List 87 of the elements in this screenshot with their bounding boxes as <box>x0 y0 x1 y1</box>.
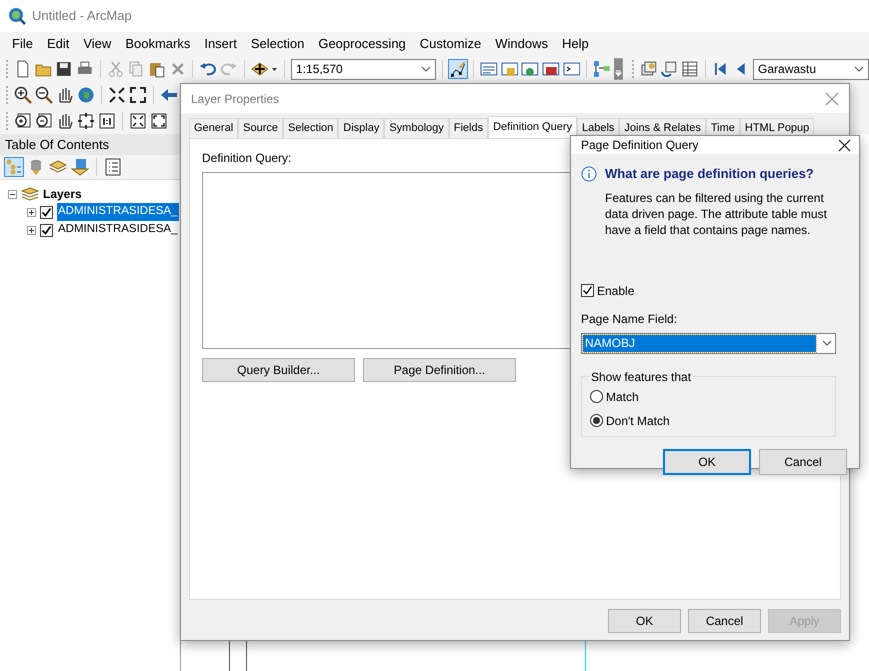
menu-item[interactable]: Help <box>554 34 596 54</box>
table-icon[interactable] <box>681 60 699 78</box>
window-title: Untitled - ArcMap <box>32 7 132 26</box>
page-layers-icon[interactable] <box>640 60 658 78</box>
actual-size-icon[interactable] <box>98 112 116 130</box>
zoom-out-fixed-icon[interactable] <box>129 86 147 104</box>
toolbar-overflow-icon[interactable] <box>614 58 623 80</box>
zoom-out-page-icon[interactable] <box>35 112 53 130</box>
fixed-zoom-in-page-icon[interactable] <box>129 112 147 130</box>
save-icon[interactable] <box>55 60 73 78</box>
field-label: Page Name Field: <box>581 310 678 328</box>
options-list-icon[interactable] <box>104 158 122 176</box>
dialog-button[interactable]: Cancel <box>688 608 761 632</box>
add-data-icon[interactable] <box>250 60 268 78</box>
back-arrow-icon[interactable] <box>160 86 178 104</box>
paste-icon[interactable] <box>148 60 166 78</box>
expand-icon[interactable] <box>27 226 36 234</box>
panel-title: Table Of Contents <box>5 136 110 154</box>
description-text: Features can be filtered using the current data driven page. The attribute table must have a field that contains page names. <box>604 190 828 238</box>
search-window-icon[interactable] <box>521 60 539 78</box>
model-diagram-icon[interactable] <box>593 60 611 78</box>
menu-item[interactable]: Insert <box>197 34 244 54</box>
layer-checkbox[interactable] <box>40 206 53 218</box>
dialog-title: Page Definition Query <box>581 137 698 154</box>
radio-label: Match <box>606 388 639 406</box>
tab[interactable]: Symbology <box>384 118 449 138</box>
menu-item[interactable]: Edit <box>40 34 76 54</box>
full-page-icon[interactable] <box>77 112 95 130</box>
tab[interactable]: Display <box>338 118 384 138</box>
globe-icon[interactable] <box>77 86 95 104</box>
checkbox-label: Enable <box>597 282 634 300</box>
field-label: Definition Query: <box>202 150 292 166</box>
collapse-icon[interactable] <box>8 190 17 198</box>
layers-icon <box>21 186 39 202</box>
dialog-button[interactable]: OK <box>663 448 751 474</box>
close-icon[interactable] <box>838 138 851 152</box>
menu-item[interactable]: View <box>76 34 118 54</box>
layer-checkbox[interactable] <box>40 224 53 236</box>
layer-item[interactable]: ADMINISTRASIDESA_ <box>57 203 178 221</box>
radio-button[interactable] <box>590 390 603 403</box>
tab[interactable]: Definition Query <box>488 116 577 138</box>
edit-vertices-icon[interactable] <box>449 60 468 78</box>
dialog-button[interactable]: Cancel <box>759 448 847 474</box>
radio-label: Don't Match <box>606 412 670 430</box>
dialog-button[interactable]: Query Builder... <box>202 358 355 382</box>
expand-icon[interactable] <box>27 208 36 216</box>
info-icon <box>581 166 597 182</box>
command-window-icon[interactable] <box>562 60 580 78</box>
toolbox-icon[interactable] <box>542 60 560 78</box>
info-heading: What are page definition queries? <box>605 165 814 183</box>
layer-item[interactable]: ADMINISTRASIDESA_ <box>57 221 178 239</box>
tree-item[interactable]: Layers <box>43 185 82 203</box>
menu-item[interactable]: Windows <box>488 34 555 54</box>
menu-item[interactable]: Bookmarks <box>118 34 198 54</box>
group-label: Show features that <box>590 368 692 386</box>
list-by-drawing-order-icon[interactable] <box>5 158 23 176</box>
zoom-in-icon[interactable] <box>14 86 32 104</box>
window-list-icon[interactable] <box>480 60 498 78</box>
visibility-layers-icon[interactable] <box>71 158 89 176</box>
chevron-down-icon <box>822 340 832 346</box>
dialog-button[interactable]: OK <box>608 608 681 632</box>
tab[interactable]: Selection <box>283 118 338 138</box>
catalog-window-icon[interactable] <box>500 60 518 78</box>
refresh-pages-icon[interactable] <box>660 60 678 78</box>
fixed-zoom-out-page-icon[interactable] <box>150 112 168 130</box>
chevron-down-icon <box>854 66 864 72</box>
zoom-in-fixed-icon[interactable] <box>108 86 126 104</box>
page-dropdown[interactable]: Garawastu <box>753 58 869 80</box>
tab[interactable]: Source <box>238 118 283 138</box>
menu-item[interactable]: Geoprocessing <box>311 34 413 54</box>
scale-dropdown[interactable]: 1:15,570 <box>291 58 436 80</box>
tab[interactable]: Fields <box>448 118 488 138</box>
app-logo-icon <box>8 7 26 25</box>
undo-icon[interactable] <box>199 60 217 78</box>
radio-button[interactable] <box>590 414 603 427</box>
zoom-in-page-icon[interactable] <box>14 112 32 130</box>
checkbox[interactable] <box>581 284 594 297</box>
dialog-button[interactable]: Page Definition... <box>363 358 516 382</box>
dialog-title: Layer Properties <box>191 90 280 108</box>
selected-value: NAMOBJ <box>583 334 816 352</box>
tab[interactable]: General <box>189 118 238 138</box>
page-name-dropdown[interactable]: NAMOBJ <box>581 332 836 354</box>
zoom-out-icon[interactable] <box>35 86 53 104</box>
menu-item[interactable]: File <box>5 34 40 54</box>
chevron-down-icon <box>421 66 432 72</box>
menu-item[interactable]: Customize <box>412 34 488 54</box>
menu-item[interactable]: Selection <box>244 34 312 54</box>
